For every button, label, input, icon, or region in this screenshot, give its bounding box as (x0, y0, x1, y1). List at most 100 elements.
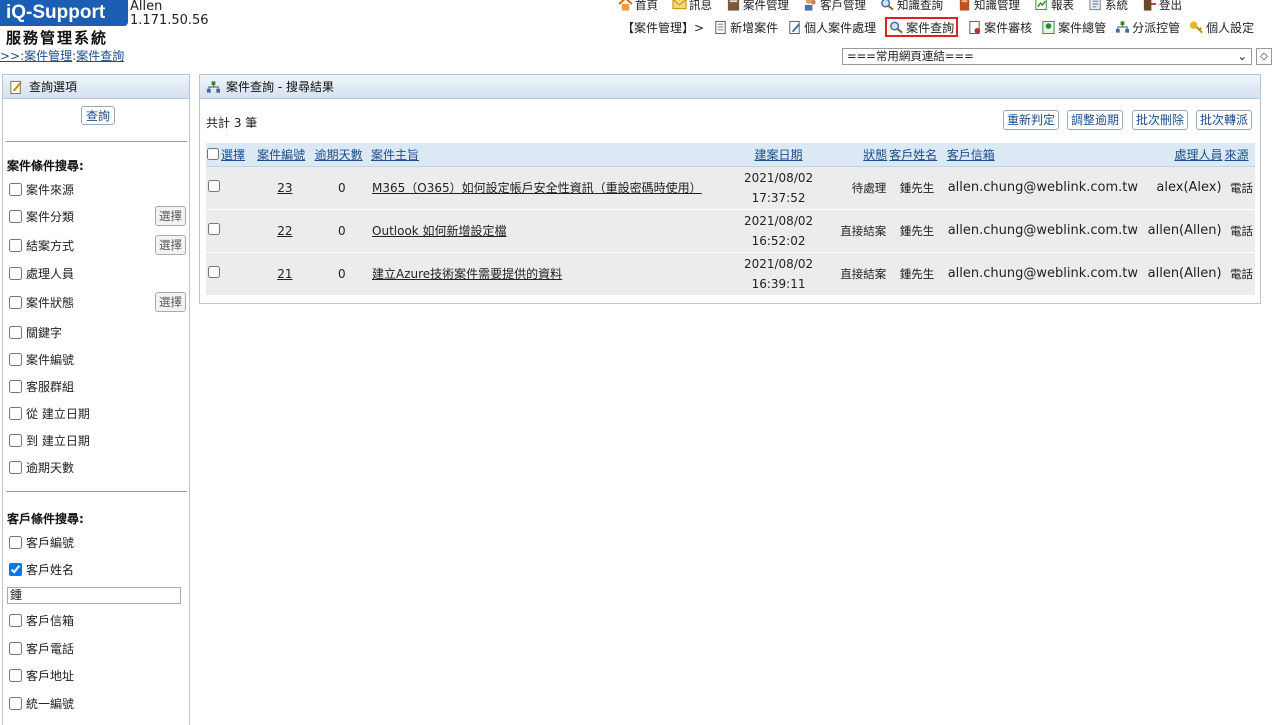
customer-name-input[interactable]: 鍾 (7, 587, 181, 604)
batch-delete-button[interactable]: 批次刪除 (1132, 110, 1189, 130)
top-menu-customer[interactable]: 客戶管理 (803, 0, 866, 12)
col-case-id[interactable]: 案件編號 (256, 143, 314, 167)
col-handler[interactable]: 處理人員 (1142, 143, 1224, 167)
source-cell: 電話 (1223, 252, 1255, 296)
customer-option-label: 客戶地址 (26, 668, 75, 683)
customer-option-checkbox[interactable] (9, 668, 22, 682)
case-option[interactable]: 客服群組 (9, 378, 74, 394)
case-option[interactable]: 逾期天數 (9, 459, 74, 475)
case-subject-link[interactable]: 建立Azure技術案件需要提供的資料 (372, 267, 562, 281)
case-option-checkbox[interactable] (9, 406, 22, 420)
case-option[interactable]: 結案方式 (9, 237, 74, 253)
case-option-checkbox[interactable] (9, 182, 22, 196)
chevron-down-icon: ⌄ (1237, 49, 1247, 63)
case-option-checkbox[interactable] (9, 433, 22, 447)
case-time: 16:39:11 (751, 276, 806, 291)
case-option-checkbox[interactable] (9, 238, 22, 252)
col-overdue[interactable]: 逾期天數 (313, 143, 371, 167)
query-button[interactable]: 查詢 (81, 106, 116, 125)
case-id-link[interactable]: 21 (277, 267, 292, 281)
select-button[interactable]: 選擇 (155, 235, 186, 255)
quick-links-button[interactable]: ◇ (1256, 48, 1272, 65)
case-option-checkbox[interactable] (9, 460, 22, 474)
select-button[interactable]: 選擇 (155, 292, 186, 312)
case-option[interactable]: 關鍵字 (9, 324, 62, 340)
table-row: 23 0 M365（O365）如何設定帳戶安全性資訊（重設密碼時使用） 2021… (206, 166, 1255, 210)
top-menu-knowledge-search[interactable]: 知識查詢 (880, 0, 943, 12)
top-menu-knowledge-manage[interactable]: 知識管理 (957, 0, 1020, 12)
adjust-overdue-button[interactable]: 調整逾期 (1067, 110, 1124, 130)
customer-option-checkbox[interactable] (9, 562, 22, 576)
status-cell: 直接結案 (836, 252, 889, 296)
customer-option[interactable]: 客戶姓名 (9, 561, 74, 577)
sub-menu-case-overview[interactable]: 案件總管 (1041, 19, 1106, 36)
col-subject[interactable]: 案件主旨 (370, 143, 722, 167)
case-id-link[interactable]: 23 (277, 181, 292, 195)
row-checkbox[interactable] (208, 179, 220, 192)
row-checkbox[interactable] (208, 222, 220, 235)
customer-option[interactable]: 統一編號 (9, 695, 74, 711)
col-email[interactable]: 客戶信箱 (945, 143, 1143, 167)
handler-cell: alex(Alex) (1142, 166, 1224, 210)
customer-option[interactable]: 客戶信箱 (9, 612, 74, 628)
select-all-checkbox[interactable] (207, 147, 219, 160)
col-source[interactable]: 來源 (1223, 143, 1255, 167)
customer-option-checkbox[interactable] (9, 613, 22, 627)
top-menu: 首頁 訊息 案件管理 客戶管理 知識查詢 知識管理 報表 系統 登出 (618, 0, 1182, 12)
case-option[interactable]: 案件分類 (9, 208, 74, 224)
select-button[interactable]: 選擇 (155, 206, 186, 226)
customer-option[interactable]: 客戶地址 (9, 667, 74, 683)
col-label: 選擇 (221, 147, 246, 162)
breadcrumb-module-link[interactable]: 案件管理 (24, 49, 72, 63)
batch-transfer-button[interactable]: 批次轉派 (1196, 110, 1253, 130)
sub-menu-case-review[interactable]: 案件審核 (967, 19, 1032, 36)
top-menu-system[interactable]: 系統 (1088, 0, 1128, 12)
case-option[interactable]: 案件來源 (9, 181, 74, 197)
customer-option-checkbox[interactable] (9, 535, 22, 549)
col-select[interactable]: 選擇 (206, 143, 257, 167)
case-subject-link[interactable]: Outlook 如何新增設定檔 (372, 224, 507, 238)
top-menu-report[interactable]: 報表 (1034, 0, 1074, 12)
customer-option[interactable]: 客戶編號 (9, 534, 74, 550)
mail-icon (672, 0, 687, 10)
customer-option-checkbox[interactable] (9, 696, 22, 710)
sub-menu-case-search[interactable]: 案件查詢 (885, 17, 959, 37)
top-menu-home[interactable]: 首頁 (618, 0, 658, 12)
case-id-link[interactable]: 22 (277, 224, 292, 238)
customer-option-checkbox[interactable] (9, 641, 22, 655)
quick-links-value: ===常用網頁連結=== (847, 49, 974, 63)
case-option-checkbox[interactable] (9, 352, 22, 366)
case-option[interactable]: 到 建立日期 (9, 432, 90, 448)
top-menu-message[interactable]: 訊息 (672, 0, 712, 12)
sub-menu-new-case[interactable]: 新增案件 (713, 19, 778, 36)
case-option-checkbox[interactable] (9, 295, 22, 309)
col-customer[interactable]: 客戶姓名 (888, 143, 946, 167)
case-option[interactable]: 處理人員 (9, 265, 74, 281)
results-title: 案件查詢 - 搜尋結果 (226, 80, 334, 94)
top-menu-logout[interactable]: 登出 (1142, 0, 1182, 12)
top-menu-case[interactable]: 案件管理 (726, 0, 789, 12)
case-subject-link[interactable]: M365（O365）如何設定帳戶安全性資訊（重設密碼時使用） (372, 181, 702, 195)
row-select-cell (206, 166, 257, 210)
case-option[interactable]: 案件狀態 (9, 294, 74, 310)
case-option-checkbox[interactable] (9, 209, 22, 223)
case-time: 17:37:52 (751, 190, 806, 205)
customer-option[interactable]: 客戶電話 (9, 640, 74, 656)
sub-menu-personal-cases[interactable]: 個人案件處理 (787, 19, 876, 36)
case-option[interactable]: 從 建立日期 (9, 405, 90, 421)
breadcrumb-home-link[interactable]: >>: (0, 49, 24, 63)
case-option[interactable]: 案件編號 (9, 351, 74, 367)
breadcrumb-page-link[interactable]: 案件查詢 (76, 49, 124, 63)
case-option-checkbox[interactable] (9, 266, 22, 280)
quick-links-select[interactable]: ===常用網頁連結=== ⌄ (842, 48, 1252, 65)
case-option-checkbox[interactable] (9, 379, 22, 393)
customer-option-label: 客戶信箱 (26, 613, 75, 628)
status-cell: 待處理 (836, 166, 889, 210)
col-date[interactable]: 建案日期 (721, 143, 837, 167)
col-status[interactable]: 狀態 (836, 143, 889, 167)
case-option-checkbox[interactable] (9, 325, 22, 339)
row-checkbox[interactable] (208, 265, 220, 278)
sub-menu-dispatch-control[interactable]: 分派控管 (1115, 19, 1180, 36)
rejudge-button[interactable]: 重新判定 (1003, 110, 1060, 130)
sub-menu-personal-settings[interactable]: 個人設定 (1189, 19, 1254, 36)
